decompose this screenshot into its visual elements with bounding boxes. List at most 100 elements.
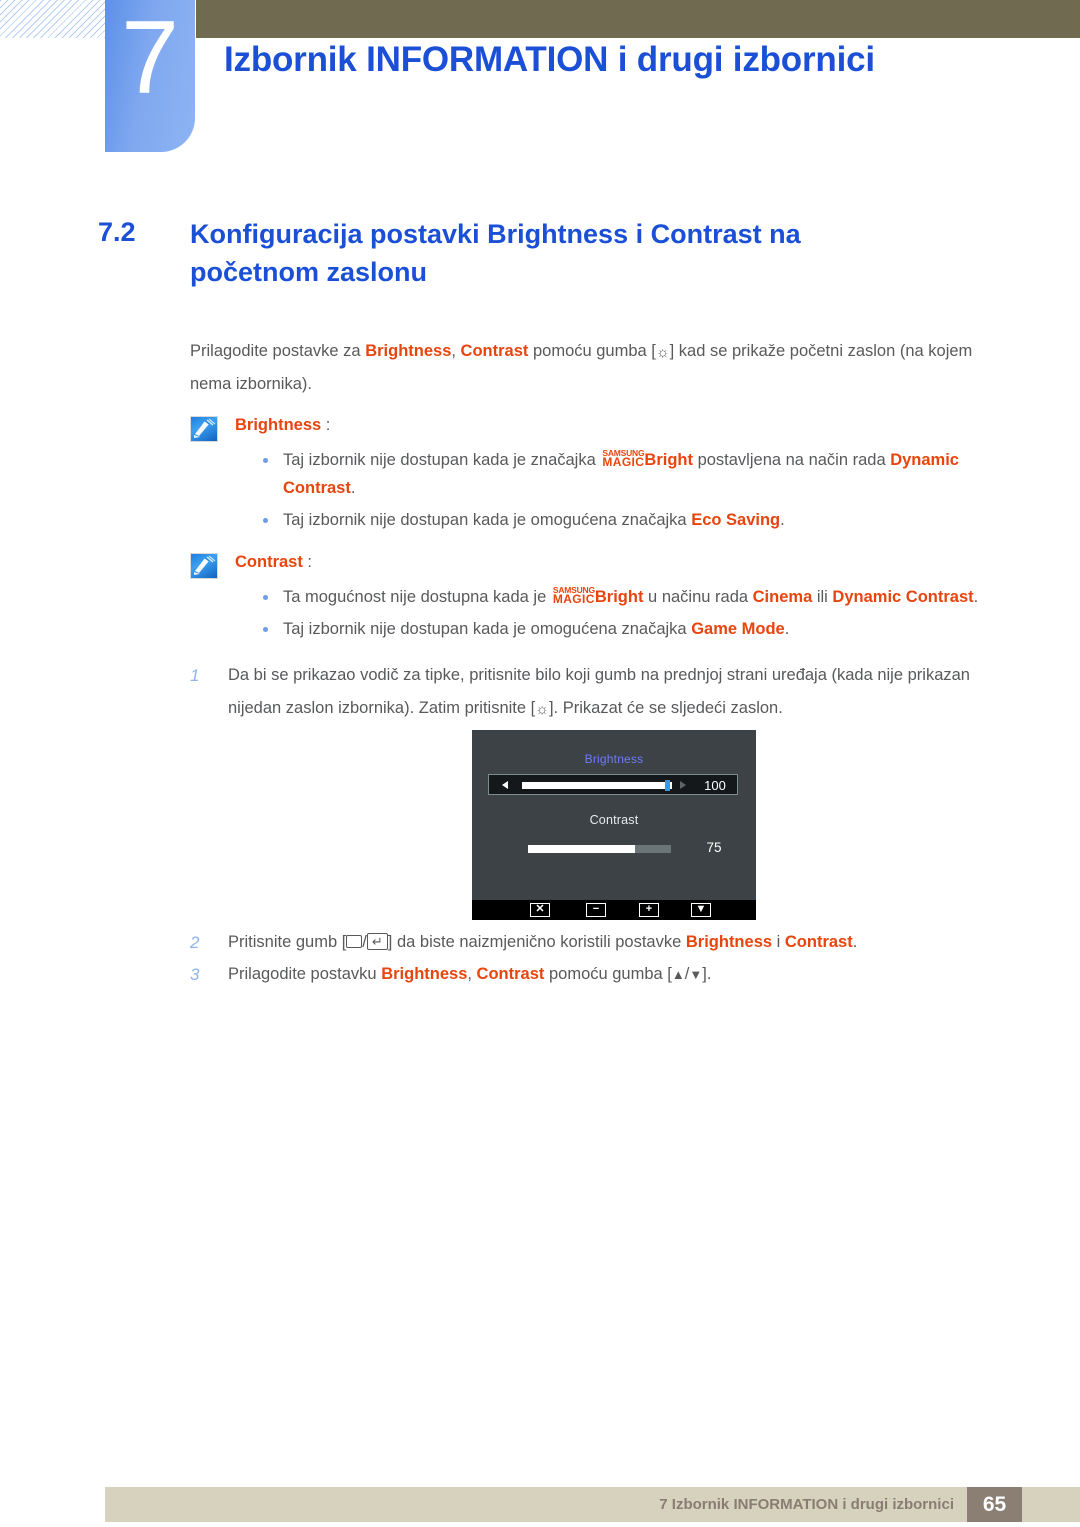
bullet-text-pre: Taj izbornik nije dostupan kada je omogu… (283, 511, 692, 529)
section-number: 7.2 (98, 217, 136, 247)
step-2: 2 Pritisnite gumb [/ ↵] da biste naizmjen… (190, 926, 1002, 959)
bullet-text-post: . (973, 588, 979, 606)
osd-screen-preview: Brightness 100 Contrast 75 (472, 730, 756, 920)
chapter-title: Izbornik INFORMATION i drugi izbornici (224, 40, 875, 79)
step-separator: , (467, 965, 477, 983)
osd-right-arrow-icon[interactable] (680, 781, 686, 789)
intro-text-1: Prilagodite postavke za (190, 342, 366, 360)
intro-text-2: pomoću gumba [ (528, 342, 656, 360)
step-text-c: ]. (702, 965, 712, 983)
step-text-a: Prilagodite postavku (228, 965, 382, 983)
osd-brightness-handle[interactable] (665, 780, 670, 791)
magic-logo-bottom: MAGIC (602, 455, 645, 469)
osd-brightness-slider-row[interactable]: 100 (488, 774, 738, 795)
step-text-b: ]. Prikazat će se sljedeći zaslon. (548, 699, 783, 717)
bullet-text-mid: u načinu rada (643, 588, 753, 606)
note-pen-icon (190, 553, 218, 579)
section-heading: 7.2 Konfiguracija postavki Brightness i … (98, 215, 998, 291)
chapter-tab: 7 (105, 0, 195, 152)
list-item: Taj izbornik nije dostupan kada je omogu… (235, 506, 1002, 534)
osd-contrast-fill (528, 845, 636, 853)
bullet-text-post: . (350, 479, 356, 497)
bullet-text-post: . (784, 620, 790, 638)
rect-key-icon (346, 935, 363, 948)
magic-bright-word: Bright (594, 588, 644, 606)
brightness-sun-icon: ☼ (535, 701, 549, 718)
page-number: 65 (967, 1487, 1022, 1522)
plus-button[interactable]: + (639, 903, 659, 917)
bullet-text-pre: Taj izbornik nije dostupan kada je znača… (283, 451, 601, 469)
step-text: Da bi se prikazao vodič za tipke, pritis… (228, 659, 1002, 725)
osd-brightness-bar (522, 782, 672, 789)
osd-button-bar: ✕ − + ▼ (472, 900, 756, 920)
up-arrow-icon: ▲ (671, 967, 685, 982)
down-arrow-icon: ▼ (689, 967, 703, 982)
step-number: 2 (190, 933, 200, 952)
close-button[interactable]: ✕ (530, 903, 550, 917)
note-title-brightness: Brightness : (235, 412, 1002, 438)
step-text-mid: i (772, 933, 785, 951)
bullet-text-pre: Taj izbornik nije dostupan kada je omogu… (283, 620, 692, 638)
samsung-magic-logo: SAMSUNG MAGIC (553, 586, 595, 605)
step-text-c: . (852, 933, 858, 951)
intro-term-contrast: Contrast (460, 342, 529, 360)
osd-left-arrow-icon[interactable] (502, 781, 508, 789)
step-number: 1 (190, 666, 200, 685)
section-title: Konfiguracija postavki Brightness i Cont… (190, 219, 801, 287)
note-block-contrast: Contrast : Ta mogućnost nije dostupna ka… (190, 549, 1002, 647)
step-text-b: pomoću gumba [ (544, 965, 672, 983)
osd-contrast-slider[interactable] (528, 845, 671, 853)
note-bullet-list-brightness: Taj izbornik nije dostupan kada je znača… (235, 446, 1002, 534)
minus-button[interactable]: − (586, 903, 606, 917)
step-term-contrast: Contrast (476, 965, 545, 983)
step-text: Pritisnite gumb [/ ↵] da biste naizmjenič… (228, 926, 1002, 959)
bullet-term-game-mode: Game Mode (691, 620, 785, 638)
note-block-brightness: Brightness : Taj izbornik nije dostupan … (190, 412, 1002, 538)
header-olive-bar (196, 0, 1080, 38)
note-title-text: Brightness (235, 416, 322, 434)
intro-term-brightness: Brightness (365, 342, 452, 360)
enter-key-icon: ↵ (366, 933, 388, 950)
bullet-text-post: . (780, 511, 785, 529)
step-1: 1 Da bi se prikazao vodič za tipke, prit… (190, 659, 1002, 725)
bullet-term-eco-saving: Eco Saving (691, 511, 781, 529)
note-title-contrast: Contrast : (235, 549, 1002, 575)
footer-chapter-text: 7 Izbornik INFORMATION i drugi izbornici (659, 1496, 954, 1513)
osd-brightness-value: 100 (704, 778, 726, 793)
note-bullet-list-contrast: Ta mogućnost nije dostupna kada je SAMSU… (235, 583, 1002, 643)
list-item: Taj izbornik nije dostupan kada je znača… (235, 446, 1002, 502)
step-term-brightness: Brightness (381, 965, 468, 983)
bullet-term-cinema: Cinema (752, 588, 813, 606)
chapter-number: 7 (121, 0, 179, 116)
step-number: 3 (190, 965, 200, 984)
magic-bright-word: Bright (644, 451, 693, 469)
step-text-b: ] da biste naizmjenično koristili postav… (387, 933, 686, 951)
step-term-contrast: Contrast (784, 933, 853, 951)
osd-contrast-value: 75 (706, 840, 722, 855)
step-3: 3 Prilagodite postavku Brightness, Contr… (190, 958, 1002, 991)
step-term-brightness: Brightness (685, 933, 773, 951)
step-text: Prilagodite postavku Brightness, Contras… (228, 958, 1002, 991)
down-button[interactable]: ▼ (691, 903, 711, 917)
hatch-pattern-decoration (0, 0, 105, 38)
brightness-sun-icon: ☼ (655, 344, 670, 361)
bullet-text-mid2: ili (812, 588, 833, 606)
osd-contrast-label: Contrast (589, 813, 639, 827)
intro-paragraph: Prilagodite postavke za Brightness, Cont… (190, 335, 1002, 401)
note-pen-icon (190, 416, 218, 442)
list-item: Ta mogućnost nije dostupna kada je SAMSU… (235, 583, 1002, 611)
page-footer: 7 Izbornik INFORMATION i drugi izbornici… (105, 1487, 1080, 1522)
list-item: Taj izbornik nije dostupan kada je omogu… (235, 615, 1002, 643)
bullet-text-mid: postavljena na način rada (692, 451, 891, 469)
osd-brightness-label: Brightness (584, 752, 644, 766)
note-title-text: Contrast (235, 553, 303, 571)
intro-separator: , (451, 342, 461, 360)
magic-logo-bottom: MAGIC (552, 592, 595, 606)
page-header: 7 Izbornik INFORMATION i drugi izbornici (0, 0, 1080, 160)
note-title-colon: : (302, 553, 313, 571)
bullet-term-dynamic-contrast: Dynamic Contrast (832, 588, 974, 606)
step-text-a: Pritisnite gumb [ (228, 933, 347, 951)
samsung-magic-logo: SAMSUNG MAGIC (602, 449, 644, 468)
note-title-colon: : (321, 416, 331, 434)
bullet-text-pre: Ta mogućnost nije dostupna kada je (283, 588, 551, 606)
